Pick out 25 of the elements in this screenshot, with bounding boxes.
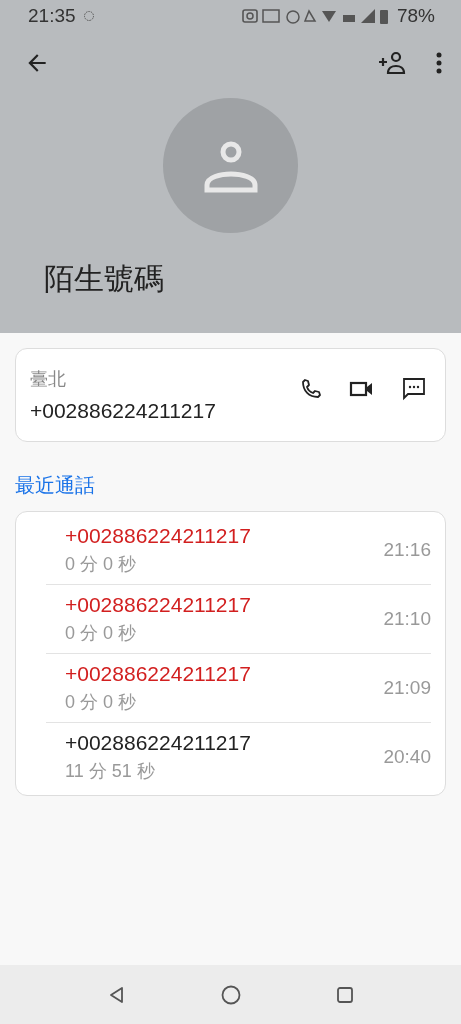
- call-number[interactable]: +002886224211217: [65, 731, 384, 755]
- call-duration: 0 分 0 秒: [65, 553, 138, 576]
- call-time: 21:16: [383, 539, 431, 561]
- phone-number: +002886224211217: [30, 399, 217, 423]
- call-time: 21:09: [383, 677, 431, 699]
- phone-icon: [299, 377, 323, 401]
- call-time: 21:10: [383, 608, 431, 630]
- section-title: 最近通話: [15, 473, 96, 498]
- message-icon: [401, 376, 427, 402]
- square-recents-icon: [334, 984, 355, 1005]
- clock-time: 21:35: [28, 5, 76, 27]
- add-person-icon: [377, 50, 407, 76]
- more-vertical-icon: [435, 51, 443, 75]
- battery-percent: 78%: [396, 5, 435, 27]
- number-location: 臺北: [30, 368, 67, 391]
- circle-home-icon: [219, 983, 242, 1006]
- call-number[interactable]: +002886224211217: [65, 524, 384, 548]
- call-duration: 0 分 0 秒: [65, 691, 138, 714]
- call-number[interactable]: +002886224211217: [65, 662, 384, 686]
- call-duration: 0 分 0 秒: [65, 622, 138, 645]
- call-time: 20:40: [383, 746, 431, 768]
- contact-name: 陌生號碼: [44, 261, 165, 297]
- call-duration: 11 分 51 秒: [65, 760, 156, 783]
- call-number[interactable]: +002886224211217: [65, 593, 384, 617]
- sun-icon: [81, 9, 96, 23]
